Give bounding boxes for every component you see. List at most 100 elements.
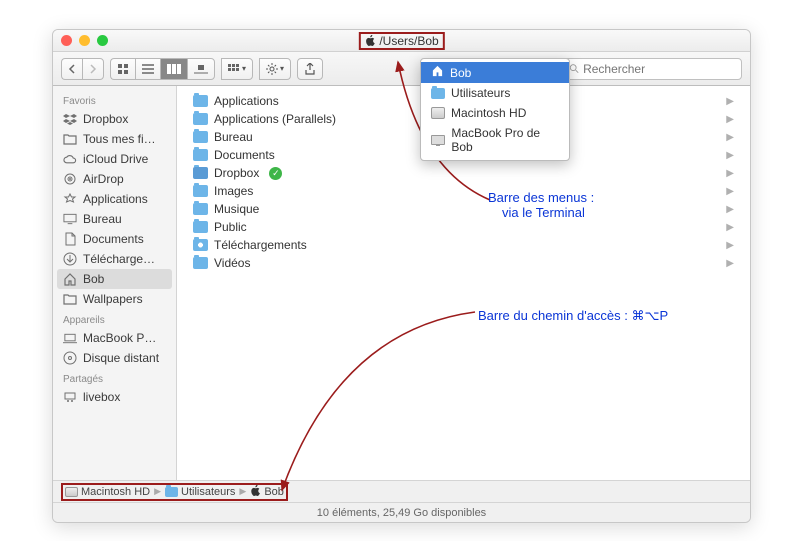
folder-icon: [193, 167, 208, 179]
titlebar[interactable]: /Users/Bob: [53, 30, 750, 52]
column-view-button[interactable]: [160, 58, 187, 80]
sidebar-item[interactable]: Disque distant: [53, 348, 176, 368]
sidebar-item-label: AirDrop: [83, 172, 124, 186]
sidebar-header: Favoris: [53, 90, 176, 109]
download-icon: [63, 252, 77, 266]
path-separator-icon: ▶: [152, 486, 163, 497]
dropdown-item-label: Bob: [450, 66, 471, 80]
path-segment-label: Macintosh HD: [81, 486, 150, 498]
sidebar-item[interactable]: iCloud Drive: [53, 149, 176, 169]
chevron-right-icon: ▶: [726, 258, 734, 269]
file-item[interactable]: Images▶: [177, 182, 750, 200]
sidebar-item[interactable]: Télécharge…: [53, 249, 176, 269]
sidebar-item-label: Bureau: [83, 212, 122, 226]
sidebar-header: Appareils: [53, 309, 176, 328]
synced-icon: ✓: [269, 167, 282, 180]
sidebar-item[interactable]: livebox: [53, 387, 176, 407]
search-input[interactable]: [583, 62, 735, 76]
gear-icon: [266, 63, 278, 75]
path-bar-highlight: Macintosh HD▶Utilisateurs▶Bob: [61, 483, 288, 501]
path-segment[interactable]: Utilisateurs: [165, 486, 235, 498]
net-icon: [63, 390, 77, 404]
path-bar[interactable]: Macintosh HD▶Utilisateurs▶Bob: [53, 480, 750, 502]
sidebar-item[interactable]: MacBook P…: [53, 328, 176, 348]
hd-icon: [431, 107, 445, 119]
file-label: Dropbox: [214, 166, 259, 180]
sidebar-item[interactable]: Dropbox: [53, 109, 176, 129]
hd-icon: [65, 487, 78, 497]
file-item[interactable]: Vidéos▶: [177, 254, 750, 272]
zoom-button[interactable]: [97, 35, 108, 46]
sidebar-header: Partagés: [53, 368, 176, 387]
dropdown-item[interactable]: Utilisateurs: [421, 83, 569, 103]
chevron-right-icon: ▶: [726, 150, 734, 161]
back-button[interactable]: [61, 58, 82, 80]
sidebar-item-label: Tous mes fi…: [83, 132, 156, 146]
file-item[interactable]: Téléchargements▶: [177, 236, 750, 254]
forward-button[interactable]: [82, 58, 104, 80]
annotation-pathbar: Barre du chemin d'accès : ⌘⌥P: [478, 308, 668, 324]
sidebar-item[interactable]: Bob: [57, 269, 172, 289]
laptop-icon: [431, 135, 445, 145]
file-label: Documents: [214, 148, 275, 162]
folder-icon: [193, 185, 208, 197]
arrange-button[interactable]: ▾: [221, 58, 253, 80]
chevron-right-icon: ▶: [726, 204, 734, 215]
file-item[interactable]: Musique▶: [177, 200, 750, 218]
file-label: Public: [214, 220, 247, 234]
folder-icon: [193, 149, 208, 161]
search-box[interactable]: [562, 58, 742, 80]
sidebar-item[interactable]: Applications: [53, 189, 176, 209]
close-button[interactable]: [61, 35, 72, 46]
share-icon: [304, 63, 316, 75]
path-segment-label: Utilisateurs: [181, 486, 235, 498]
dropdown-item[interactable]: Bob: [421, 62, 569, 83]
cloud-icon: [63, 152, 77, 166]
arrange-button-group: ▾: [221, 58, 253, 80]
dropdown-item[interactable]: MacBook Pro de Bob: [421, 123, 569, 157]
dropdown-item[interactable]: Macintosh HD: [421, 103, 569, 123]
chevron-right-icon: ▶: [726, 132, 734, 143]
sidebar-item[interactable]: Wallpapers: [53, 289, 176, 309]
chevron-right-icon: ▶: [726, 240, 734, 251]
action-button[interactable]: ▾: [259, 58, 291, 80]
file-item[interactable]: Public▶: [177, 218, 750, 236]
window-body: FavorisDropboxTous mes fi…iCloud DriveAi…: [53, 86, 750, 480]
docs-icon: [63, 232, 77, 246]
chevron-right-icon: ▶: [726, 186, 734, 197]
coverflow-view-button[interactable]: [187, 58, 215, 80]
icon-view-button[interactable]: [110, 58, 135, 80]
share-button[interactable]: [297, 58, 323, 80]
annotation-menubar: Barre des menus : via le Terminal: [488, 190, 594, 220]
sidebar-item[interactable]: Documents: [53, 229, 176, 249]
home-icon: [250, 485, 261, 499]
folder-icon: [63, 132, 77, 146]
minimize-button[interactable]: [79, 35, 90, 46]
apps-icon: [63, 192, 77, 206]
sidebar-item-label: Applications: [83, 192, 148, 206]
folder-icon: [63, 292, 77, 306]
sidebar-item-label: Bob: [83, 272, 104, 286]
action-button-group: ▾: [259, 58, 291, 80]
sidebar-item-label: Documents: [83, 232, 144, 246]
window-title[interactable]: /Users/Bob: [358, 32, 444, 50]
sidebar-item-label: MacBook P…: [83, 331, 156, 345]
sidebar-item[interactable]: Bureau: [53, 209, 176, 229]
sidebar-item-label: Télécharge…: [83, 252, 155, 266]
title-path-dropdown[interactable]: Bob UtilisateursMacintosh HDMacBook Pro d…: [420, 58, 570, 161]
list-view-button[interactable]: [135, 58, 160, 80]
search-icon: [569, 63, 579, 74]
sidebar-item[interactable]: Tous mes fi…: [53, 129, 176, 149]
home-icon: [63, 272, 77, 286]
file-label: Applications (Parallels): [214, 112, 336, 126]
file-label: Bureau: [214, 130, 253, 144]
folder-icon: [193, 203, 208, 215]
apple-icon: [364, 35, 375, 46]
finder-window: /Users/Bob ▾ ▾ FavorisDropboxTous mes fi…: [52, 29, 751, 523]
file-item[interactable]: Dropbox✓▶: [177, 164, 750, 182]
path-segment[interactable]: Bob: [250, 485, 284, 499]
path-segment[interactable]: Macintosh HD: [65, 486, 150, 498]
sidebar-item[interactable]: AirDrop: [53, 169, 176, 189]
sidebar[interactable]: FavorisDropbox Tous mes fi… iCloud Drive Ai…: [53, 86, 177, 480]
traffic-lights: [61, 35, 108, 46]
